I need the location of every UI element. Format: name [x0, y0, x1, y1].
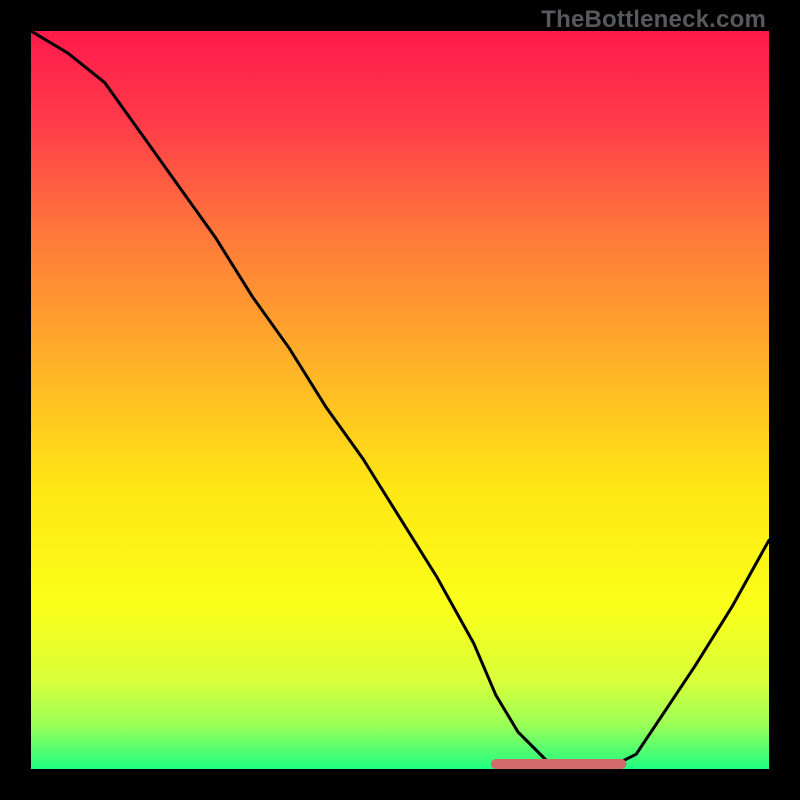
chart-svg	[31, 31, 769, 769]
watermark-text: TheBottleneck.com	[541, 6, 766, 34]
chart-plot-area	[31, 31, 769, 769]
outer-black-frame: TheBottleneck.com	[0, 0, 800, 800]
gradient-background	[31, 31, 769, 769]
